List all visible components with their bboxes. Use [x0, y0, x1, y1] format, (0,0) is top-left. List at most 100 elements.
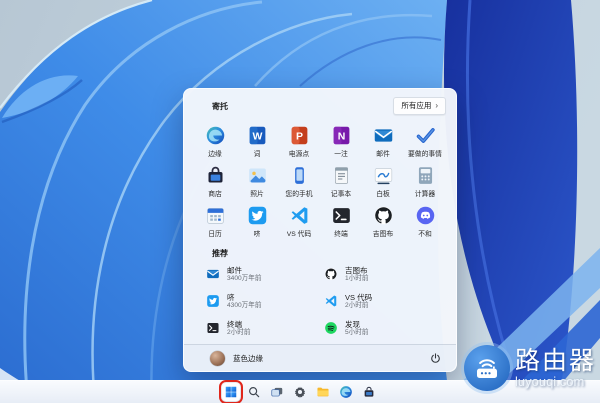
recommended-item-title: 吉图布	[345, 266, 368, 275]
start-menu-panel: 寄托 所有应用 › 边缘W词P电源点N一注邮件要做的事情商店照片您的手机记事本白…	[183, 88, 457, 372]
recommended-item-title: 终端	[227, 320, 250, 329]
taskbar-settings-button[interactable]	[291, 383, 309, 401]
watermark-url: luyouqi.com	[515, 375, 596, 388]
recommended-item-title: VS 代码	[345, 293, 372, 302]
app-tile[interactable]: 哜	[236, 205, 278, 239]
todo-icon	[415, 125, 436, 146]
app-label: 哜	[254, 228, 261, 238]
app-tile[interactable]: 照片	[236, 165, 278, 199]
onenote-icon: N	[331, 125, 352, 146]
app-label: 不和	[418, 228, 432, 238]
vscode-icon	[289, 205, 310, 226]
app-label: 记事本	[331, 188, 351, 198]
photos-icon	[247, 165, 268, 186]
calculator-icon	[415, 165, 436, 186]
taskbar-file-explorer-button[interactable]	[314, 383, 332, 401]
pinned-section-title: 寄托	[212, 101, 228, 112]
app-tile[interactable]: VS 代码	[278, 205, 320, 239]
twitter-icon	[247, 205, 268, 226]
discord-icon	[415, 205, 436, 226]
app-tile[interactable]: 您的手机	[278, 165, 320, 199]
app-label: 要做的事情	[408, 148, 442, 158]
taskbar-search-button[interactable]	[245, 383, 263, 401]
app-label: VS 代码	[287, 228, 312, 238]
mail-icon	[206, 267, 220, 281]
app-tile[interactable]: N一注	[320, 125, 362, 159]
app-label: 吉图布	[373, 228, 393, 238]
terminal-icon	[206, 321, 220, 335]
app-label: 商店	[208, 188, 222, 198]
pinned-apps-grid: 边缘 W词 P 电源点 N一注邮件要做的事情商店 照片 您的手机记事本 白板 计算器日历哜 VS …	[184, 113, 456, 239]
recommended-item-timestamp: 2小时前	[227, 329, 250, 337]
edge-icon	[339, 385, 353, 399]
recommended-item-title: 哜	[227, 293, 261, 302]
taskbar-start-button[interactable]	[222, 383, 240, 401]
power-button[interactable]	[429, 352, 442, 365]
spotify-icon	[324, 321, 338, 335]
app-tile[interactable]: W词	[236, 125, 278, 159]
user-avatar[interactable]	[210, 351, 225, 366]
app-label: 白板	[376, 188, 390, 198]
recommended-item-title: 邮件	[227, 266, 261, 275]
terminal-icon	[331, 205, 352, 226]
start-menu-footer: 蓝色边缘	[184, 344, 456, 371]
recommended-item-title: 发现	[345, 320, 368, 329]
github-icon	[373, 205, 394, 226]
app-tile[interactable]: 记事本	[320, 165, 362, 199]
app-tile[interactable]: 边缘	[194, 125, 236, 159]
watermark-text: 路由器 luyouqi.com	[515, 349, 596, 388]
all-apps-label: 所有应用	[401, 100, 431, 111]
app-label: 照片	[250, 188, 264, 198]
app-tile[interactable]: 日历	[194, 205, 236, 239]
twitter-icon	[206, 294, 220, 308]
phone-icon	[289, 165, 310, 186]
app-tile[interactable]: 计算器	[404, 165, 446, 199]
svg-text:N: N	[337, 130, 345, 142]
recommended-item-timestamp: 2小时前	[345, 302, 372, 310]
svg-text:W: W	[252, 130, 262, 142]
recommended-item[interactable]: 终端2小时前	[206, 317, 324, 339]
start-menu-header: 寄托 所有应用 ›	[184, 89, 456, 113]
app-label: 电源点	[289, 148, 309, 158]
mail-icon	[373, 125, 394, 146]
app-label: 终端	[334, 228, 348, 238]
bag-icon	[362, 385, 376, 399]
win-start-icon	[224, 385, 238, 399]
taskview-icon	[270, 385, 284, 399]
taskbar-task-view-button[interactable]	[268, 383, 286, 401]
recommended-item[interactable]: 哜4300万年前	[206, 290, 324, 312]
all-apps-button[interactable]: 所有应用 ›	[393, 97, 446, 115]
app-label: 计算器	[415, 188, 435, 198]
app-tile[interactable]: P 电源点	[278, 125, 320, 159]
github-icon	[324, 267, 338, 281]
watermark-title: 路由器	[515, 349, 596, 374]
recommended-item[interactable]: 吉图布1小时前	[324, 263, 442, 285]
search-icon	[247, 385, 261, 399]
notepad-icon	[331, 165, 352, 186]
whiteboard-icon	[373, 165, 394, 186]
recommended-item[interactable]: 邮件3400万年前	[206, 263, 324, 285]
app-tile[interactable]: 邮件	[362, 125, 404, 159]
word-icon: W	[247, 125, 268, 146]
app-tile[interactable]: 商店	[194, 165, 236, 199]
app-tile[interactable]: 终端	[320, 205, 362, 239]
recommended-item-timestamp: 4300万年前	[227, 302, 261, 310]
vscode-icon	[324, 294, 338, 308]
user-name-label: 蓝色边缘	[233, 353, 263, 364]
app-tile[interactable]: 吉图布	[362, 205, 404, 239]
watermark: 路由器 luyouqi.com	[464, 345, 596, 391]
taskbar-store-button[interactable]	[360, 383, 378, 401]
app-tile[interactable]: 白板	[362, 165, 404, 199]
explorer-icon	[316, 385, 330, 399]
app-tile[interactable]: 不和	[404, 205, 446, 239]
edge-icon	[205, 125, 226, 146]
recommended-item-timestamp: 5小时前	[345, 329, 368, 337]
recommended-item-timestamp: 1小时前	[345, 275, 368, 283]
app-label: 边缘	[208, 148, 222, 158]
recommended-item[interactable]: VS 代码2小时前	[324, 290, 442, 312]
app-tile[interactable]: 要做的事情	[404, 125, 446, 159]
taskbar-edge-button[interactable]	[337, 383, 355, 401]
recommended-item[interactable]: 发现5小时前	[324, 317, 442, 339]
recommended-section-title: 推荐	[184, 239, 456, 263]
powerpoint-icon: P	[289, 125, 310, 146]
